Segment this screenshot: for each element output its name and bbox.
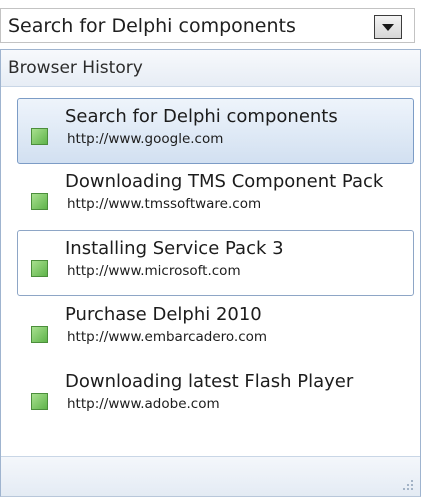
panel-header: Browser History	[1, 50, 420, 87]
item-url: http://www.google.com	[67, 131, 224, 147]
item-url: http://www.embarcadero.com	[67, 329, 268, 345]
green-square-icon	[31, 193, 48, 210]
dropdown-button[interactable]	[374, 15, 402, 39]
history-combo-box[interactable]: Search for Delphi components	[0, 8, 415, 43]
item-url: http://www.microsoft.com	[67, 263, 241, 279]
resize-grip-icon[interactable]	[402, 479, 414, 491]
history-dropdown-panel: Browser History Search for Delphi compon…	[0, 49, 421, 497]
history-item[interactable]: Installing Service Pack 3 http://www.mic…	[17, 230, 414, 296]
history-item[interactable]: Downloading latest Flash Player http://w…	[17, 363, 414, 429]
item-title: Installing Service Pack 3	[65, 238, 284, 259]
history-item[interactable]: Purchase Delphi 2010 http://www.embarcad…	[17, 296, 414, 362]
item-url: http://www.adobe.com	[67, 396, 220, 412]
green-square-icon	[31, 128, 48, 145]
green-square-icon	[31, 260, 48, 277]
item-title: Downloading TMS Component Pack	[65, 171, 384, 192]
panel-header-title: Browser History	[8, 58, 143, 78]
item-title: Search for Delphi components	[65, 106, 338, 127]
chevron-down-icon	[382, 24, 394, 31]
item-title: Downloading latest Flash Player	[65, 371, 354, 392]
item-title: Purchase Delphi 2010	[65, 304, 262, 325]
history-item[interactable]: Downloading TMS Component Pack http://ww…	[17, 163, 414, 229]
item-url: http://www.tmssoftware.com	[67, 196, 262, 212]
combo-value: Search for Delphi components	[8, 15, 296, 37]
history-item[interactable]: Search for Delphi components http://www.…	[17, 98, 414, 164]
green-square-icon	[31, 393, 48, 410]
green-square-icon	[31, 326, 48, 343]
panel-footer	[1, 456, 420, 496]
